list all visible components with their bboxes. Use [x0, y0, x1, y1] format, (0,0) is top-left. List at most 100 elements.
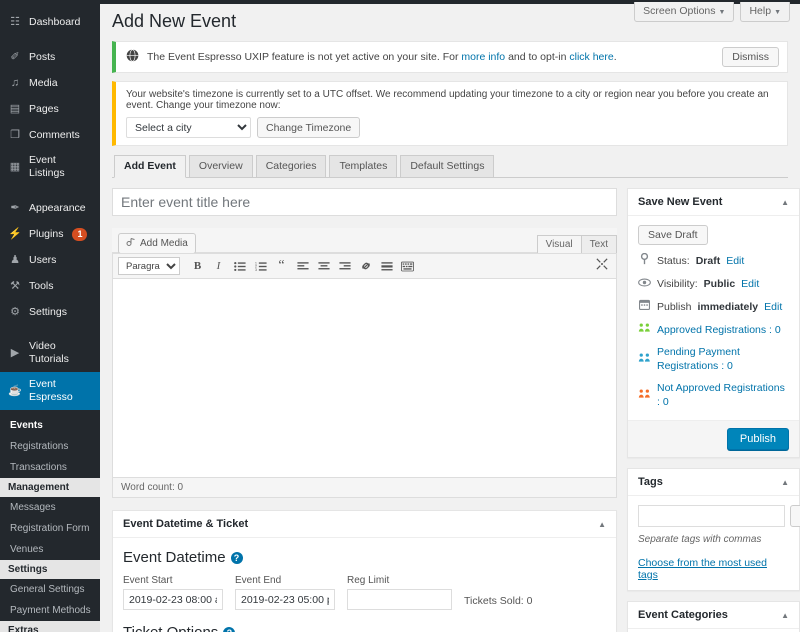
tab-default-settings[interactable]: Default Settings [400, 155, 495, 177]
read-more-icon[interactable] [377, 257, 396, 275]
toolbar-toggle-icon[interactable] [398, 257, 417, 275]
tab-add-event[interactable]: Add Event [114, 155, 186, 178]
screen-options-button[interactable]: Screen Options ▼ [634, 2, 735, 22]
sidebar-item-label: Users [29, 253, 57, 266]
uxip-text-mid: and to opt-in [505, 51, 570, 63]
change-timezone-button[interactable]: Change Timezone [257, 117, 361, 138]
publish-date-edit-link[interactable]: Edit [764, 300, 782, 314]
tag-input-row: Add [638, 505, 800, 527]
event-categories-metabox: Event Categories ▲ Event Categories Most… [627, 601, 800, 632]
most-used-tags-link[interactable]: Choose from the most used tags [638, 557, 789, 581]
chevron-up-icon[interactable]: ▲ [781, 478, 789, 487]
sidebar-subitem-venues[interactable]: Venues [0, 539, 100, 560]
publish-button[interactable]: Publish [726, 428, 789, 450]
word-count-status: Word count: 0 [113, 477, 616, 497]
timezone-city-select[interactable]: Select a city [126, 117, 251, 138]
save-draft-button[interactable]: Save Draft [638, 225, 708, 245]
numbered-list-svg: 1 2 3 [255, 261, 267, 272]
event-datetime-metabox-body: Event Datetime ? Event Start Event End [113, 538, 616, 632]
editor-content-area[interactable] [113, 279, 616, 477]
sidebar-item-tools[interactable]: ⚒ Tools [0, 273, 100, 299]
help-icon[interactable]: ? [223, 626, 236, 632]
sidebar-subitem-transactions[interactable]: Transactions [0, 457, 100, 478]
sidebar-subitem-events[interactable]: Events [0, 415, 100, 436]
sidebar-item-pages[interactable]: ▤ Pages [0, 96, 100, 122]
sidebar-item-label: Tools [29, 279, 54, 292]
fullscreen-icon[interactable] [596, 258, 608, 273]
add-media-button[interactable]: Add Media [118, 233, 196, 254]
sidebar-item-settings[interactable]: ⚙ Settings [0, 299, 100, 325]
chevron-up-icon[interactable]: ▲ [781, 611, 789, 620]
sidebar-item-event-espresso[interactable]: ☕ Event Espresso [0, 372, 100, 410]
read-more-svg [380, 261, 393, 270]
event-title-input[interactable] [112, 188, 617, 216]
timezone-controls: Select a city Change Timezone [126, 117, 777, 138]
status-edit-link[interactable]: Edit [726, 254, 744, 268]
calendar-icon: ▦ [9, 160, 21, 173]
tags-metabox-header[interactable]: Tags ▲ [628, 469, 799, 496]
click-here-link[interactable]: click here [569, 51, 613, 63]
event-categories-metabox-header[interactable]: Event Categories ▲ [628, 602, 799, 629]
sidebar-subitem-payment-methods[interactable]: Payment Methods [0, 600, 100, 621]
editor-toolbar: Paragraph B I 1 2 3 “ [113, 253, 616, 279]
not-approved-registrations-link[interactable]: Not Approved Registrations : 0 [657, 381, 789, 409]
tab-visual-editor[interactable]: Visual [536, 235, 582, 253]
event-start-label: Event Start [123, 575, 173, 586]
sidebar-subitem-general-settings[interactable]: General Settings [0, 579, 100, 600]
chevron-up-icon[interactable]: ▲ [598, 520, 606, 529]
approved-registrations-link[interactable]: Approved Registrations : 0 [657, 323, 781, 337]
blockquote-icon[interactable]: “ [272, 257, 291, 275]
dismiss-button[interactable]: Dismiss [722, 47, 779, 67]
tab-templates[interactable]: Templates [329, 155, 398, 177]
pin-status-icon [638, 252, 651, 269]
sidebar-subitem-registration-form[interactable]: Registration Form [0, 518, 100, 539]
sidebar-subitem-messages[interactable]: Messages [0, 497, 100, 518]
sidebar-item-appearance[interactable]: ✒ Appearance [0, 195, 100, 221]
italic-icon[interactable]: I [209, 257, 228, 275]
align-right-icon[interactable] [335, 257, 354, 275]
sidebar-item-comments[interactable]: ❐ Comments [0, 122, 100, 148]
publish-metabox-header[interactable]: Save New Event ▲ [628, 189, 799, 216]
more-info-link[interactable]: more info [461, 51, 505, 63]
toolbar-toggle-svg [401, 261, 414, 271]
comment-icon: ❐ [10, 128, 20, 141]
align-center-icon[interactable] [314, 257, 333, 275]
event-datetime-metabox-header[interactable]: Event Datetime & Ticket ▲ [113, 511, 616, 538]
sidebar-item-event-listings[interactable]: ▦ Event Listings [0, 148, 100, 186]
calendar-svg [639, 299, 651, 311]
sidebar-subitem-registrations[interactable]: Registrations [0, 436, 100, 457]
plugins-update-badge: 1 [72, 227, 88, 241]
tab-categories[interactable]: Categories [255, 155, 327, 177]
tab-overview[interactable]: Overview [188, 155, 253, 177]
tab-text-editor[interactable]: Text [580, 235, 617, 253]
event-datetime-fields: Event Start Event End Reg Limit Tickets … [123, 575, 606, 610]
bulleted-list-icon[interactable] [230, 257, 249, 275]
event-end-input[interactable] [235, 589, 335, 610]
tag-input[interactable] [638, 505, 785, 527]
reg-limit-input[interactable] [347, 589, 452, 610]
publish-date-value: immediately [697, 300, 759, 313]
sidebar-item-users[interactable]: ♟ Users [0, 247, 100, 273]
insert-link-icon[interactable] [356, 257, 375, 275]
post-body: Add Media Visual Text Paragraph B [100, 178, 800, 632]
pending-registrations-link[interactable]: Pending Payment Registrations : 0 [657, 345, 789, 373]
chevron-up-icon[interactable]: ▲ [781, 198, 789, 207]
sidebar-item-posts[interactable]: ✐ Posts [0, 44, 100, 70]
sidebar-item-dashboard[interactable]: ☷ Dashboard [0, 9, 100, 35]
help-icon[interactable]: ? [230, 551, 243, 564]
visibility-edit-link[interactable]: Edit [741, 277, 759, 291]
group-green-icon [638, 322, 651, 337]
sidebar-item-plugins[interactable]: ⚡ Plugins 1 [0, 221, 100, 247]
sidebar-item-media[interactable]: ♫ Media [0, 70, 100, 96]
bold-icon[interactable]: B [188, 257, 207, 275]
add-tag-button[interactable]: Add [790, 505, 800, 527]
help-button[interactable]: Help ▼ [740, 2, 790, 22]
event-start-input[interactable] [123, 589, 223, 610]
numbered-list-icon[interactable]: 1 2 3 [251, 257, 270, 275]
align-left-icon[interactable] [293, 257, 312, 275]
publish-metabox-footer: Publish [628, 420, 799, 457]
editor-mode-tabs: Visual Text [536, 235, 617, 253]
paragraph-format-select[interactable]: Paragraph [118, 257, 180, 275]
timezone-notice: Your website's timezone is currently set… [112, 81, 788, 146]
sidebar-item-video-tutorials[interactable]: ▶ Video Tutorials [0, 334, 100, 372]
